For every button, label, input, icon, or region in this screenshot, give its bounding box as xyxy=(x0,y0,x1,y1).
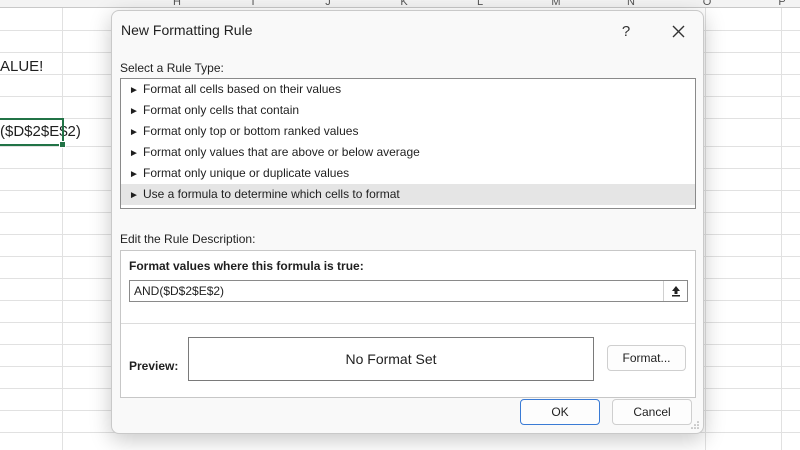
close-button[interactable] xyxy=(660,17,696,45)
column-header-p[interactable]: P xyxy=(772,0,792,8)
rule-type-list[interactable]: ► Format all cells based on their values … xyxy=(120,78,696,209)
rule-type-label-text: Use a formula to determine which cells t… xyxy=(143,187,400,201)
column-header-n[interactable]: N xyxy=(621,0,641,8)
rule-type-item[interactable]: ► Format only values that are above or be… xyxy=(121,142,695,163)
rule-description-panel: Format values where this formula is true… xyxy=(120,250,696,398)
rule-description-label: Edit the Rule Description: xyxy=(120,232,256,246)
column-header-j[interactable]: J xyxy=(318,0,338,8)
preview-text: No Format Set xyxy=(345,351,437,367)
column-header-m[interactable]: M xyxy=(546,0,566,8)
rule-type-label-text: Format only cells that contain xyxy=(143,103,300,117)
cell-error-value[interactable]: ALUE! xyxy=(0,58,43,75)
help-button[interactable]: ? xyxy=(608,17,644,45)
arrow-right-icon: ► xyxy=(129,148,139,159)
column-header-k[interactable]: K xyxy=(394,0,414,8)
dialog-title: New Formatting Rule xyxy=(121,22,253,38)
formula-input-value: AND($D$2$E$2) xyxy=(134,284,225,298)
arrow-right-icon: ► xyxy=(129,190,139,201)
formula-heading: Format values where this formula is true… xyxy=(129,259,364,273)
column-header-h[interactable]: H xyxy=(167,0,187,8)
rule-type-label-text: Format only values that are above or bel… xyxy=(143,145,420,159)
upload-arrow-icon xyxy=(671,286,680,297)
column-header-l[interactable]: L xyxy=(470,0,490,8)
rule-type-item[interactable]: ► Format all cells based on their values xyxy=(121,79,695,100)
arrow-right-icon: ► xyxy=(129,169,139,180)
resize-grip-icon[interactable] xyxy=(690,420,700,430)
cancel-button[interactable]: Cancel xyxy=(612,399,692,425)
rule-type-item-selected[interactable]: ► Use a formula to determine which cells … xyxy=(121,184,695,205)
rule-type-item[interactable]: ► Format only top or bottom ranked values xyxy=(121,121,695,142)
rule-type-item[interactable]: ► Format only unique or duplicate values xyxy=(121,163,695,184)
format-button[interactable]: Format... xyxy=(607,345,686,371)
column-header-i[interactable]: I xyxy=(243,0,263,8)
active-cell-selection[interactable] xyxy=(0,118,66,148)
rule-type-label: Select a Rule Type: xyxy=(120,61,224,75)
divider xyxy=(121,323,695,324)
preview-label: Preview: xyxy=(129,359,179,373)
formula-input[interactable]: AND($D$2$E$2) xyxy=(129,280,688,302)
rule-type-label-text: Format only unique or duplicate values xyxy=(143,166,350,180)
column-header-o[interactable]: O xyxy=(697,0,717,8)
rule-type-item[interactable]: ► Format only cells that contain xyxy=(121,100,695,121)
collapse-dialog-button[interactable] xyxy=(663,281,687,301)
close-icon xyxy=(672,25,684,37)
preview-box: No Format Set xyxy=(188,337,594,381)
new-formatting-rule-dialog: New Formatting Rule ? Select a Rule Type… xyxy=(111,10,704,434)
rule-type-label-text: Format only top or bottom ranked values xyxy=(143,124,359,138)
arrow-right-icon: ► xyxy=(129,127,139,138)
rule-type-label-text: Format all cells based on their values xyxy=(143,82,342,96)
ok-button[interactable]: OK xyxy=(520,399,600,425)
arrow-right-icon: ► xyxy=(129,85,139,96)
arrow-right-icon: ► xyxy=(129,106,139,117)
